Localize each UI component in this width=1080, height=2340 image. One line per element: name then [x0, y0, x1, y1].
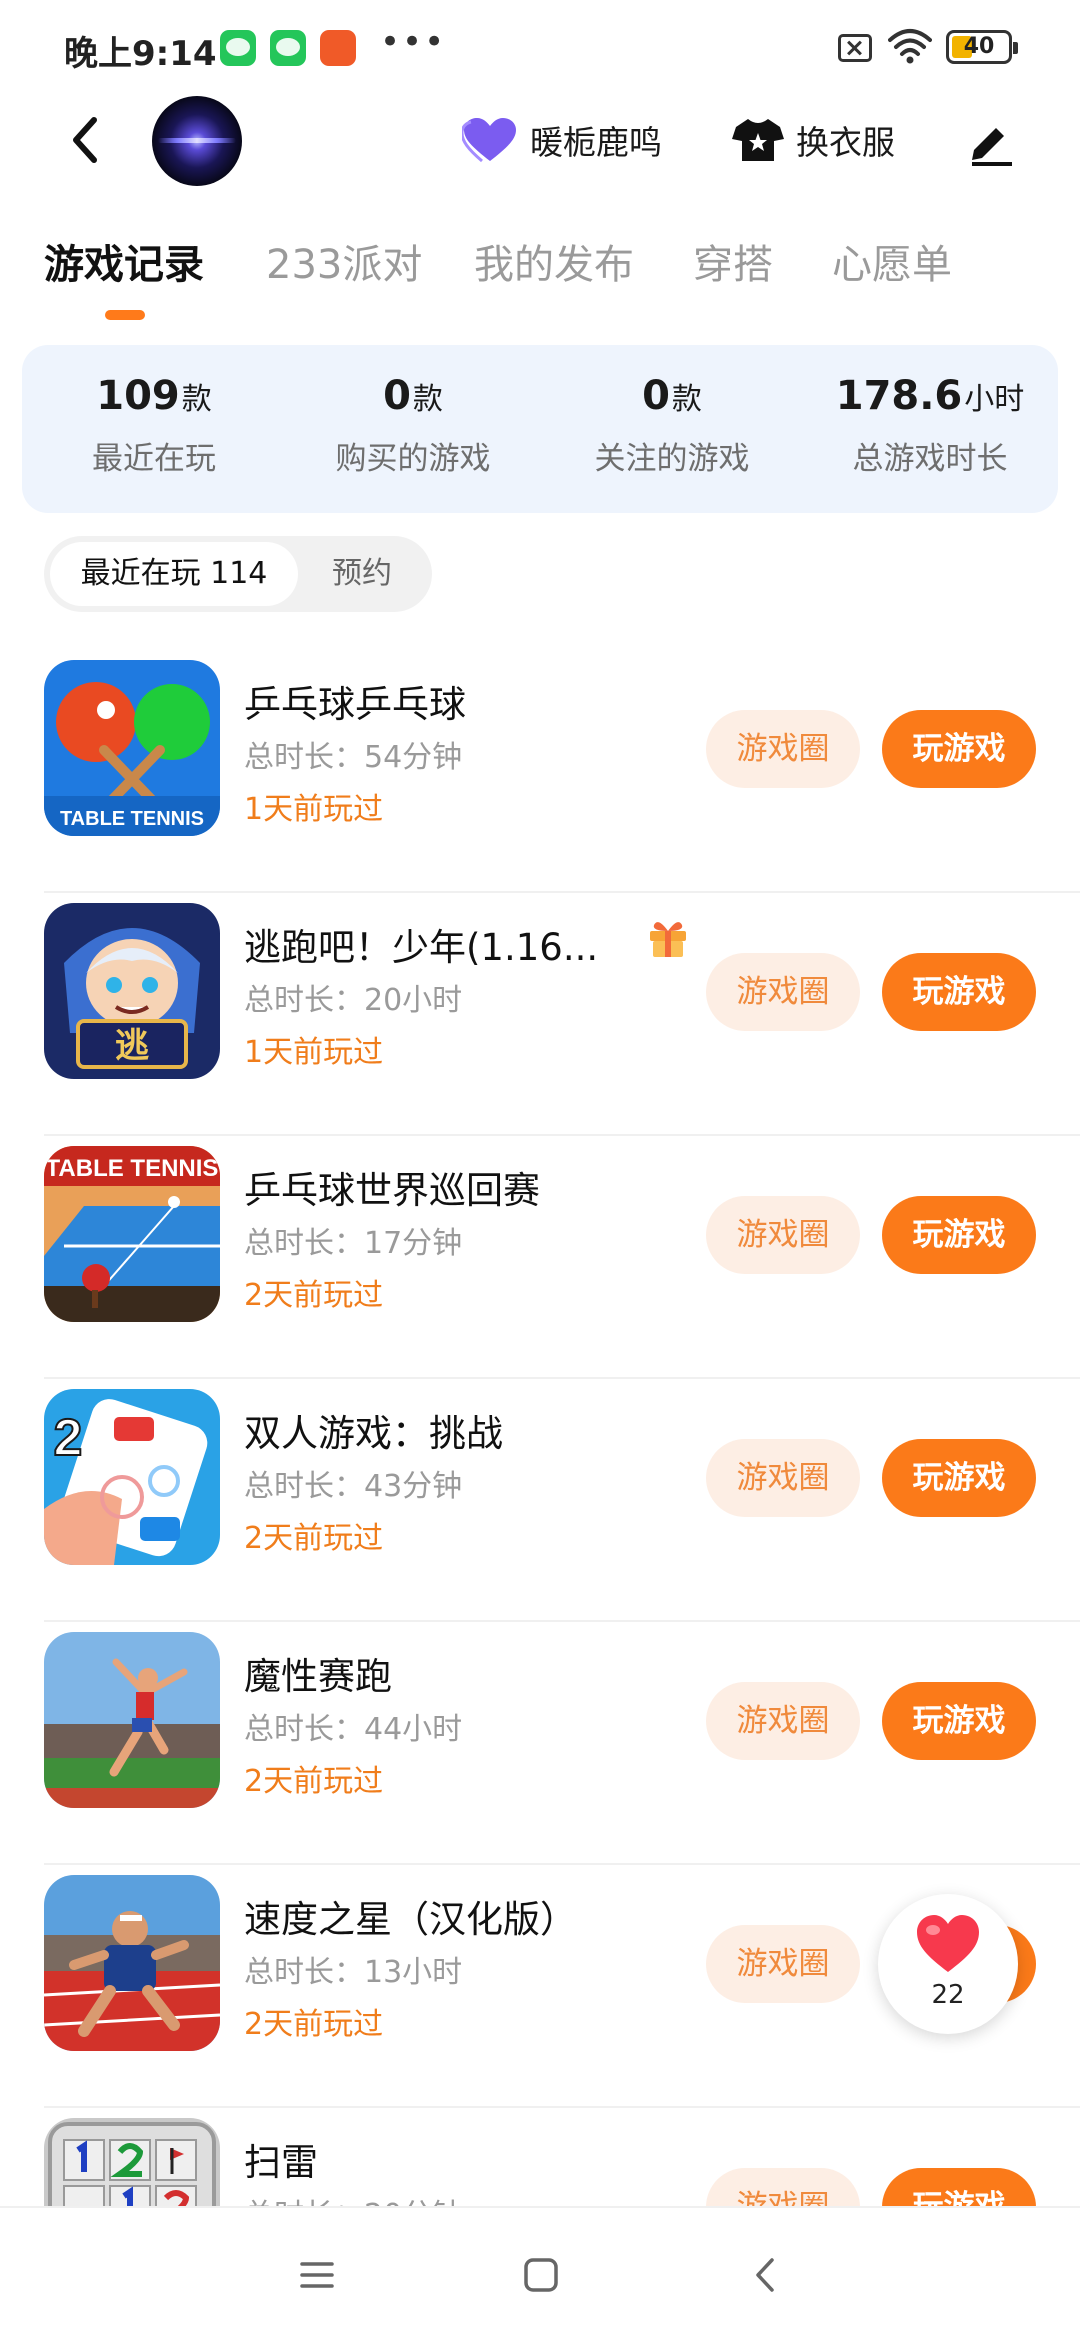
- play-game-button[interactable]: 玩游戏: [882, 1196, 1036, 1274]
- tab-233-party[interactable]: 233派对: [266, 232, 422, 290]
- stat-unit: 款: [412, 382, 443, 417]
- heart-icon: [917, 1915, 979, 1972]
- tab-my-posts[interactable]: 我的发布: [474, 232, 634, 290]
- game-circle-button[interactable]: 游戏圈: [706, 1682, 860, 1760]
- likes-button[interactable]: 暖栀鹿鸣: [462, 112, 662, 168]
- stat-value: 0: [642, 373, 670, 419]
- tab-outfits[interactable]: 穿搭: [693, 232, 773, 290]
- system-nav-bar: [0, 2206, 1080, 2340]
- play-game-button[interactable]: 玩游戏: [882, 710, 1036, 788]
- game-icon-two-player: 2: [44, 1389, 220, 1565]
- game-name: 逃跑吧！少年(1.16...: [244, 926, 599, 969]
- change-outfit-button[interactable]: 换衣服: [732, 112, 895, 168]
- more-notifications-icon: •••: [380, 22, 447, 62]
- stat-unit: 小时: [964, 382, 1025, 417]
- likes-label: 暖栀鹿鸣: [530, 123, 662, 162]
- game-icon-text: TABLE TENNIS: [60, 808, 204, 830]
- filter-reservation[interactable]: 预约: [298, 542, 426, 606]
- purple-heart-icon: [462, 118, 516, 163]
- stats-card: 109款 最近在玩 0款 购买的游戏 0款 关注的游戏 178.6小时 总游戏时…: [22, 345, 1058, 513]
- play-game-button[interactable]: 玩游戏: [882, 953, 1036, 1031]
- game-duration: 总时长：13小时: [244, 1955, 463, 1990]
- stat-recent[interactable]: 109款 最近在玩: [34, 373, 274, 478]
- battery-icon: 40: [946, 30, 1018, 64]
- gift-icon[interactable]: [646, 915, 690, 959]
- stat-unit: 款: [671, 382, 702, 417]
- list-item[interactable]: 魔性赛跑 总时长：44小时 2天前玩过 游戏圈 玩游戏: [0, 1622, 1080, 1865]
- stat-followed[interactable]: 0款 关注的游戏: [552, 373, 792, 478]
- game-icon-speed-star: [44, 1875, 220, 2051]
- game-icon-escape-boy: 逃: [44, 903, 220, 1079]
- filter-recent-playing[interactable]: 最近在玩 114: [50, 542, 298, 606]
- game-icon-magic-race: [44, 1632, 220, 1808]
- tab-wishlist[interactable]: 心愿单: [832, 232, 952, 290]
- back-nav-icon[interactable]: [744, 2252, 790, 2298]
- game-last-played: 2天前玩过: [244, 1521, 384, 1556]
- list-item[interactable]: 2 双人游戏：挑战 总时长：43分钟 2天前玩过 游戏圈 玩游戏: [0, 1379, 1080, 1622]
- game-name: 双人游戏：挑战: [244, 1412, 503, 1455]
- wechat-notification-icon: [220, 30, 256, 66]
- stat-label: 关注的游戏: [594, 441, 750, 477]
- game-name: 乒乓球世界巡回赛: [244, 1169, 540, 1212]
- tab-game-records[interactable]: 游戏记录: [44, 232, 204, 290]
- wechat-notification-icon: [270, 30, 306, 66]
- stat-unit: 款: [181, 382, 212, 417]
- game-last-played: 2天前玩过: [244, 2007, 384, 2042]
- list-item[interactable]: TABLE TENNIS 乒乓球世界巡回赛 总时长：17分钟 2天前玩过 游戏圈…: [0, 1136, 1080, 1379]
- game-circle-button[interactable]: 游戏圈: [706, 1439, 860, 1517]
- game-icon-text: 2: [54, 1409, 83, 1467]
- wifi-icon: [888, 29, 932, 64]
- home-icon[interactable]: [518, 2252, 564, 2298]
- stat-value: 0: [383, 373, 411, 419]
- stat-label: 总游戏时长: [852, 441, 1008, 477]
- filter-segment: 最近在玩 114 预约: [44, 536, 432, 612]
- taobao-notification-icon: [320, 30, 356, 66]
- game-duration: 总时长：17分钟: [244, 1226, 463, 1261]
- game-icon-table-tennis-world-tour: TABLE TENNIS: [44, 1146, 220, 1322]
- tshirt-icon: [732, 119, 784, 161]
- game-name: 乒乓球乒乓球: [244, 683, 466, 726]
- list-item[interactable]: 逃 逃跑吧！少年(1.16... 总时长：20小时 1天前玩过 游戏圈 玩游戏: [0, 893, 1080, 1136]
- no-sim-icon: [838, 34, 872, 62]
- status-bar: 晚上9:14 ••• 40: [0, 0, 1080, 92]
- stat-total-time[interactable]: 178.6小时 总游戏时长: [810, 373, 1050, 478]
- game-last-played: 1天前玩过: [244, 1035, 384, 1070]
- game-circle-button[interactable]: 游戏圈: [706, 1196, 860, 1274]
- stat-purchased[interactable]: 0款 购买的游戏: [293, 373, 533, 478]
- edit-icon[interactable]: [966, 116, 1016, 166]
- game-name: 扫雷: [244, 2141, 318, 2184]
- game-circle-button[interactable]: 游戏圈: [706, 1925, 860, 2003]
- game-icon-text: 逃: [115, 1026, 149, 1066]
- stat-label: 购买的游戏: [335, 441, 491, 477]
- floating-like-button[interactable]: 22: [878, 1894, 1018, 2034]
- menu-icon[interactable]: [294, 2252, 340, 2298]
- play-game-button[interactable]: 玩游戏: [882, 1439, 1036, 1517]
- game-name: 魔性赛跑: [244, 1655, 392, 1698]
- game-circle-button[interactable]: 游戏圈: [706, 710, 860, 788]
- stat-value: 178.6: [835, 373, 963, 419]
- stat-label: 最近在玩: [92, 441, 216, 477]
- game-icon-text: TABLE TENNIS: [46, 1155, 219, 1182]
- avatar[interactable]: [152, 96, 242, 186]
- play-game-button[interactable]: 玩游戏: [882, 1682, 1036, 1760]
- list-item[interactable]: TABLE TENNIS 乒乓球乒乓球 总时长：54分钟 1天前玩过 游戏圈 玩…: [0, 650, 1080, 893]
- game-name: 速度之星（汉化版）: [244, 1898, 577, 1941]
- game-last-played: 1天前玩过: [244, 792, 384, 827]
- stat-value: 109: [96, 373, 180, 419]
- game-last-played: 2天前玩过: [244, 1764, 384, 1799]
- like-count: 22: [931, 1980, 965, 2010]
- game-icon-table-tennis: TABLE TENNIS: [44, 660, 220, 836]
- back-button[interactable]: [62, 112, 112, 168]
- game-duration: 总时长：20小时: [244, 983, 463, 1018]
- game-circle-button[interactable]: 游戏圈: [706, 953, 860, 1031]
- status-time: 晚上9:14: [64, 34, 217, 74]
- change-outfit-label: 换衣服: [796, 123, 895, 162]
- active-tab-indicator: [105, 310, 145, 320]
- game-duration: 总时长：44小时: [244, 1712, 463, 1747]
- battery-level: 40: [963, 34, 995, 59]
- game-duration: 总时长：43分钟: [244, 1469, 463, 1504]
- game-duration: 总时长：54分钟: [244, 740, 463, 775]
- game-last-played: 2天前玩过: [244, 1278, 384, 1313]
